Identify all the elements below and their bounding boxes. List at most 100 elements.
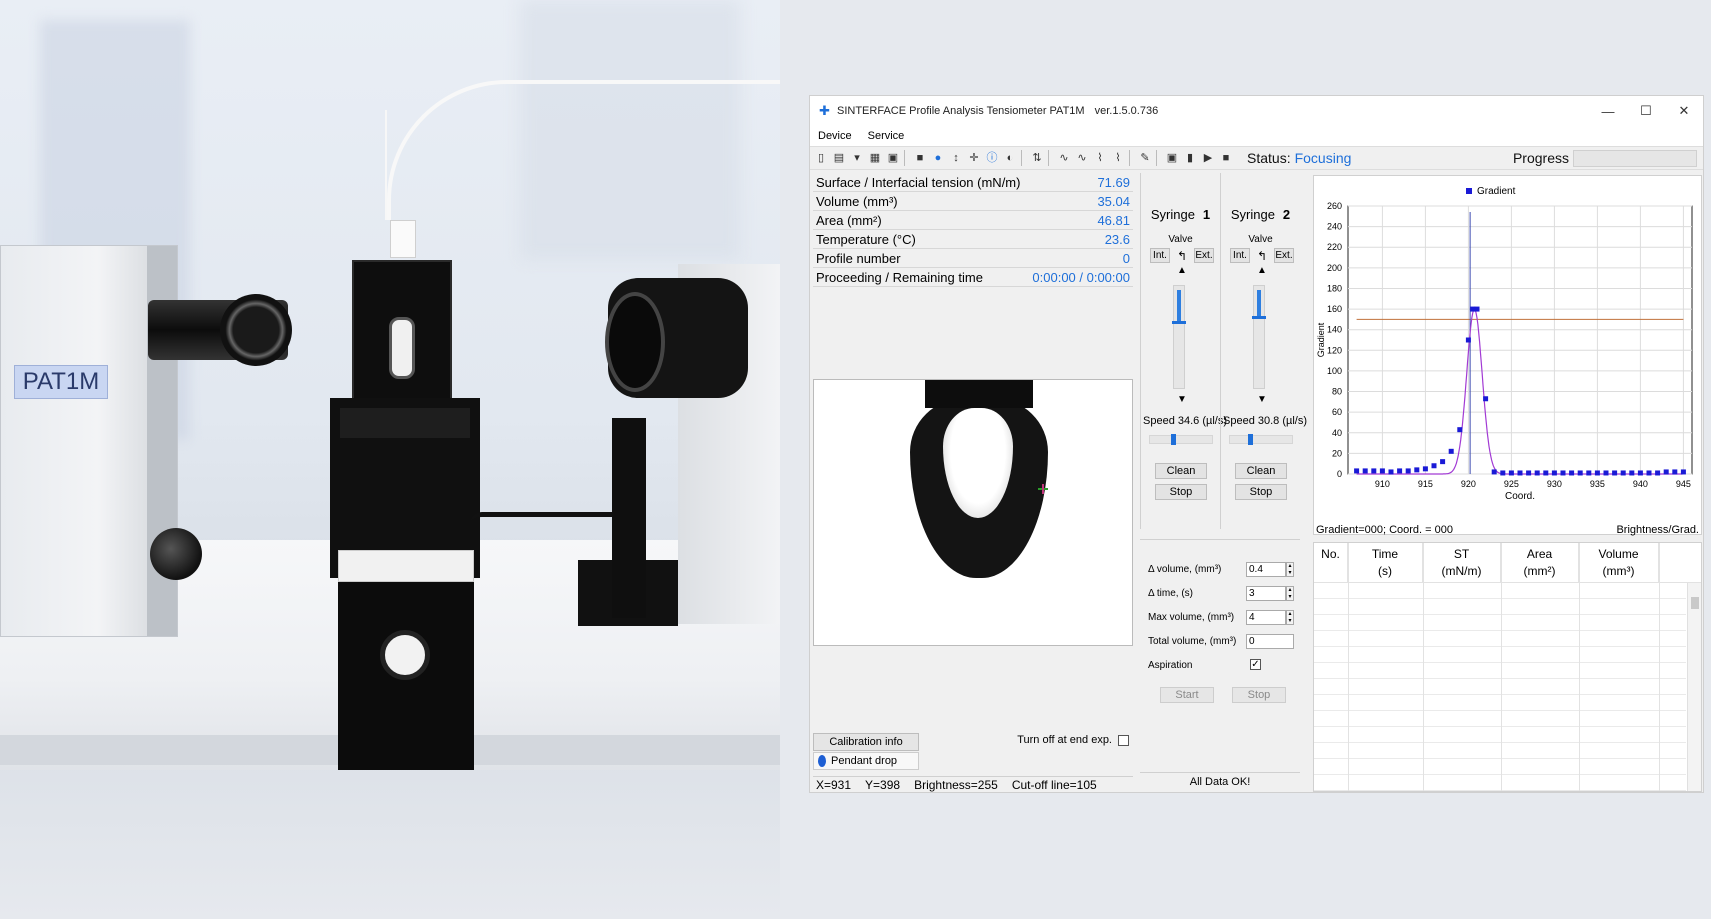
pulse-icon[interactable]: ⌇ — [1093, 151, 1107, 165]
delta-volume-input[interactable]: 0.4 — [1246, 562, 1286, 577]
x-axis-label: Coord. — [1505, 491, 1535, 502]
new-file-icon[interactable]: ▯ — [814, 151, 828, 165]
legend-marker — [1466, 188, 1472, 194]
speed-slider[interactable] — [1149, 434, 1213, 445]
image-icon[interactable]: ▣ — [886, 151, 900, 165]
sort-icon[interactable]: ⇅ — [1030, 151, 1044, 165]
chart-footer: Gradient=000; Coord. = 000 Brightness/Gr… — [1313, 522, 1702, 538]
calibration-info-button[interactable]: Calibration info — [813, 733, 919, 751]
data-point — [1594, 470, 1600, 476]
data-point — [1637, 470, 1643, 476]
stop-button[interactable]: Stop — [1235, 484, 1287, 500]
syringe-panel-2: Syringe 2 Valve Int. ↰ Ext. ▲ ▼ Speed 30.… — [1220, 173, 1307, 529]
drop-image-view[interactable] — [813, 379, 1133, 646]
arrow-up-icon[interactable]: ▲ — [1257, 265, 1267, 276]
total-volume-input[interactable]: 0 — [1246, 634, 1294, 649]
crosshair-icon[interactable]: ✛ — [967, 151, 981, 165]
start-button[interactable]: Start — [1160, 687, 1214, 703]
tubing — [385, 110, 387, 220]
valve-ext-button[interactable]: Ext. — [1274, 248, 1294, 263]
instrument-photo: PAT1M — [0, 0, 780, 919]
status-value: Focusing — [1294, 150, 1352, 166]
info-icon[interactable]: ⓘ — [985, 151, 999, 165]
camera-icon[interactable]: ■ — [913, 151, 927, 165]
app-logo-icon: ✚ — [819, 103, 830, 118]
syringe-level-slider[interactable] — [1252, 285, 1266, 389]
wave-alt-icon[interactable]: ∿ — [1075, 151, 1089, 165]
pause-icon[interactable]: ▮ — [1183, 151, 1197, 165]
window-icon[interactable]: ▣ — [1165, 151, 1179, 165]
data-point — [1500, 470, 1506, 476]
measurement-row: Profile number 0 — [813, 249, 1133, 268]
arrow-down-icon[interactable]: ▼ — [1177, 394, 1187, 405]
turn-off-checkbox[interactable] — [1118, 734, 1129, 746]
open-folder-icon[interactable]: ▤ — [832, 151, 846, 165]
aspiration-checkbox[interactable]: ✓ — [1250, 659, 1261, 670]
valve-ext-button[interactable]: Ext. — [1194, 248, 1214, 263]
delta-time-input[interactable]: 3 — [1246, 586, 1286, 601]
status-bar: X=931 Y=398 Brightness=255 Cut-off line=… — [813, 776, 1133, 792]
dosing-stop-button[interactable]: Stop — [1232, 687, 1286, 703]
stop-icon[interactable]: ■ — [1219, 151, 1233, 165]
column-header[interactable]: No. — [1314, 543, 1348, 582]
measurement-row: Surface / Interfacial tension (mN/m) 71.… — [813, 173, 1133, 192]
data-point — [1397, 468, 1403, 474]
mode-selector[interactable]: Pendant drop — [813, 752, 919, 770]
clean-button[interactable]: Clean — [1235, 463, 1287, 479]
data-point — [1448, 448, 1454, 454]
legend-label: Gradient — [1477, 186, 1516, 197]
valve-int-button[interactable]: Int. — [1150, 248, 1170, 263]
dropdown-icon[interactable]: ▾ — [850, 151, 864, 165]
arrow-up-icon[interactable]: ▲ — [1177, 265, 1187, 276]
speed-slider[interactable] — [1229, 434, 1293, 445]
delta-volume-label: Δ volume, (mm³) — [1148, 564, 1222, 575]
data-point — [1508, 470, 1514, 476]
measurement-label: Profile number — [816, 250, 901, 266]
speed-slider-thumb[interactable] — [1171, 434, 1176, 445]
y-coordinate: Y=398 — [865, 777, 901, 792]
speed-slider-thumb[interactable] — [1248, 434, 1253, 445]
x-coordinate: X=931 — [816, 777, 852, 792]
menu-device[interactable]: Device — [810, 130, 860, 142]
syringe-level-thumb[interactable] — [1172, 321, 1186, 324]
pencil-icon[interactable]: ✎ — [1138, 151, 1152, 165]
needle-connector — [390, 220, 416, 258]
drop-icon[interactable]: ● — [931, 151, 945, 165]
max-volume-spinner[interactable]: ▴ ▾ — [1286, 610, 1294, 625]
wave-icon[interactable]: ∿ — [1057, 151, 1071, 165]
measurement-value: 46.81 — [1097, 212, 1130, 228]
column-header[interactable]: Volume (mm³) — [1579, 543, 1659, 582]
x-tick-label: 940 — [1633, 479, 1648, 489]
valve-position-icon: ↰ — [1176, 248, 1188, 263]
menu-service[interactable]: Service — [860, 130, 913, 142]
max-volume-input[interactable]: 4 — [1246, 610, 1286, 625]
data-point — [1414, 467, 1420, 473]
measurement-value: 71.69 — [1097, 174, 1130, 190]
results-scrollbar[interactable] — [1687, 583, 1701, 791]
close-button[interactable]: ✕ — [1665, 96, 1703, 126]
stop-button[interactable]: Stop — [1155, 484, 1207, 500]
pulse-alt-icon[interactable]: ⌇ — [1111, 151, 1125, 165]
maximize-button[interactable]: ☐ — [1627, 96, 1665, 126]
total-volume-label: Total volume, (mm³) — [1148, 636, 1237, 647]
syringe-level-thumb[interactable] — [1252, 316, 1266, 319]
play-icon[interactable]: ▶ — [1201, 151, 1215, 165]
move-vertical-icon[interactable]: ↕ — [949, 151, 963, 165]
delta-volume-spinner[interactable]: ▴ ▾ — [1286, 562, 1294, 577]
column-header[interactable]: Area (mm²) — [1501, 543, 1579, 582]
column-header[interactable]: ST (mN/m) — [1423, 543, 1501, 582]
syringe-level-slider[interactable] — [1172, 285, 1186, 389]
minimize-button[interactable]: — — [1589, 96, 1627, 126]
gradient-chart-panel: 0 20 40 60 80 100 120 140 160 180 200 220 240 260 910 9… — [1313, 175, 1702, 535]
data-point — [1629, 470, 1635, 476]
table-icon[interactable]: ▦ — [868, 151, 882, 165]
y-tick-label: 260 — [1327, 201, 1342, 211]
clean-button[interactable]: Clean — [1155, 463, 1207, 479]
valve-int-button[interactable]: Int. — [1230, 248, 1250, 263]
data-point — [1534, 470, 1540, 476]
column-header[interactable]: Time (s) — [1348, 543, 1423, 582]
arrow-down-icon[interactable]: ▼ — [1257, 394, 1267, 405]
contrast-icon[interactable]: ◐ — [1003, 151, 1017, 165]
data-point — [1680, 469, 1686, 475]
delta-time-spinner[interactable]: ▴ ▾ — [1286, 586, 1294, 601]
